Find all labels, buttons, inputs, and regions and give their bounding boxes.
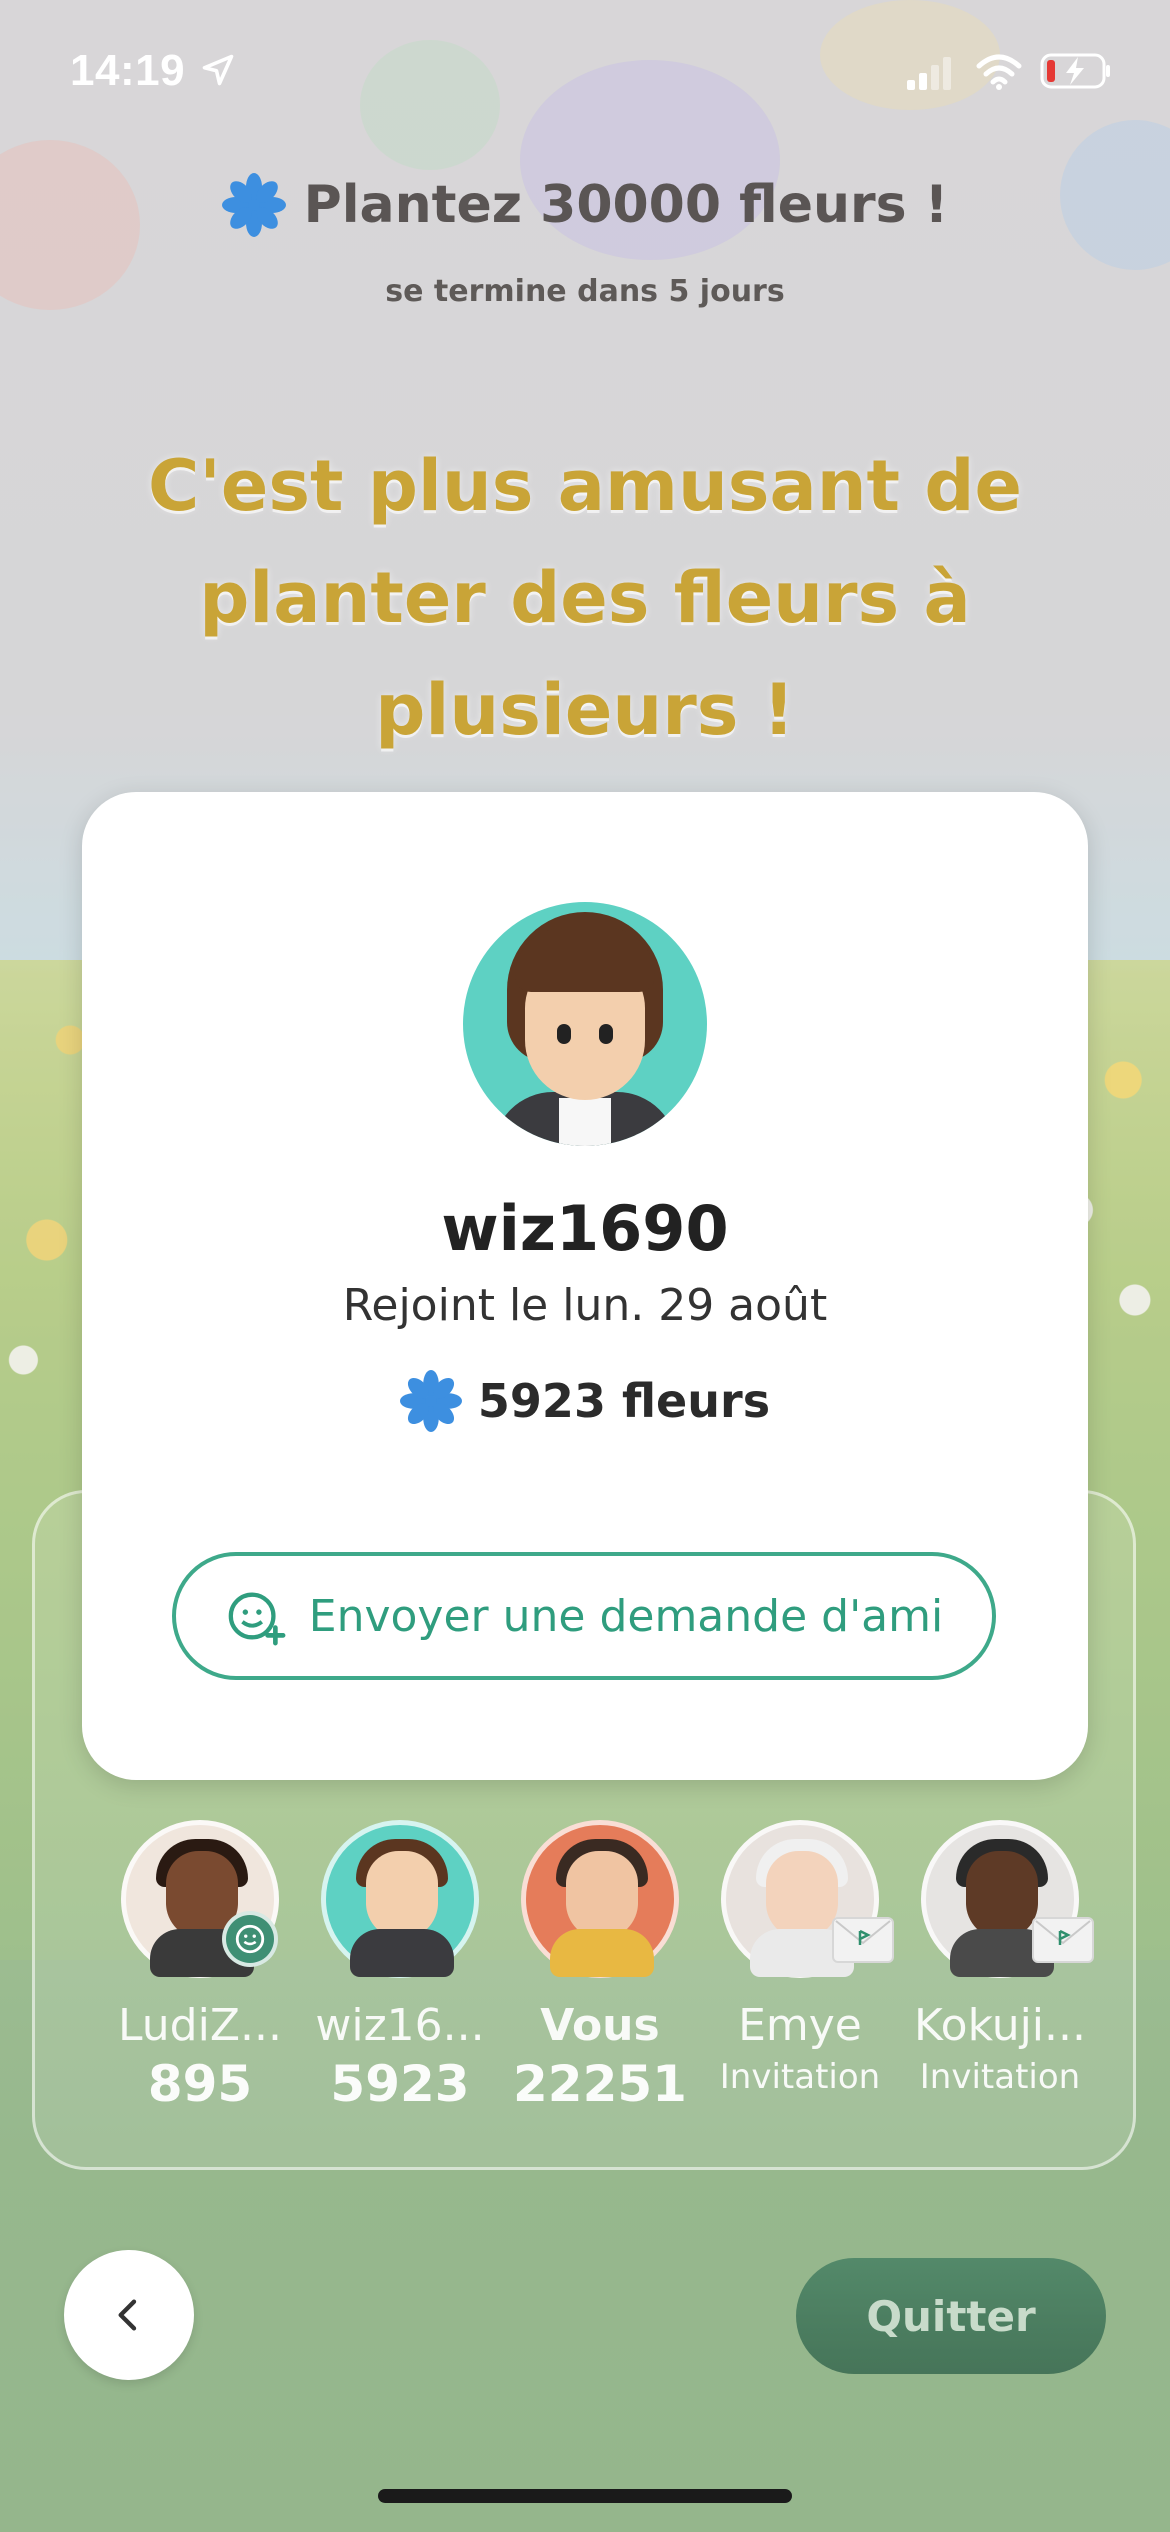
home-indicator <box>378 2489 792 2503</box>
friend-item[interactable]: Vous 22251 <box>500 1820 700 2113</box>
profile-username: wiz1690 <box>441 1192 729 1265</box>
friend-score: 895 <box>147 2055 253 2113</box>
profile-flower-count: 5923 fleurs <box>477 1374 771 1428</box>
avatar <box>921 1820 1094 1978</box>
friend-name: LudiZ... <box>118 2000 282 2051</box>
friend-score: 5923 <box>330 2055 470 2113</box>
event-title: Plantez 30000 fleurs ! <box>303 175 949 235</box>
friend-invite-status: Invitation <box>719 2057 881 2097</box>
event-countdown: se termine dans 5 jours <box>385 274 785 309</box>
friend-invite-status: Invitation <box>919 2057 1081 2097</box>
friend-name: Vous <box>540 2000 660 2051</box>
friend-score: 22251 <box>513 2055 687 2113</box>
status-time: 14:19 <box>70 46 186 95</box>
avatar <box>321 1820 479 1978</box>
friends-row: LudiZ... 895 wiz16... 5923 Vous 22251 Em… <box>100 1820 1100 2113</box>
mail-icon <box>832 1917 894 1963</box>
mail-icon <box>1032 1917 1094 1963</box>
friend-item[interactable]: Emye Invitation <box>700 1820 900 2113</box>
profile-modal: wiz1690 Rejoint le lun. 29 août 5923 fle… <box>82 792 1088 1780</box>
profile-flowers: 5923 fleurs <box>82 1370 1088 1432</box>
blue-flower-icon <box>399 1370 462 1432</box>
battery-charging-icon <box>1040 53 1110 89</box>
signal-icon <box>907 57 951 90</box>
profile-joined-date: Rejoint le lun. 29 août <box>342 1280 828 1331</box>
avatar <box>463 902 707 1146</box>
friend-name: Emye <box>738 2000 862 2051</box>
friend-name: Kokuji... <box>913 2000 1086 2051</box>
friend-item[interactable]: wiz16... 5923 <box>300 1820 500 2113</box>
avatar <box>121 1820 279 1978</box>
avatar <box>721 1820 894 1978</box>
friend-badge-icon <box>222 1911 278 1967</box>
location-arrow-icon <box>202 54 234 86</box>
quit-button[interactable]: Quitter <box>796 2258 1106 2374</box>
event-tagline: C'est plus amusant de planter des fleurs… <box>148 445 1022 751</box>
avatar <box>521 1820 679 1978</box>
chevron-left-icon <box>118 2299 137 2331</box>
back-button[interactable] <box>64 2250 194 2380</box>
friend-name: wiz16... <box>315 2000 485 2051</box>
wifi-icon <box>976 54 1022 90</box>
add-friend-icon <box>228 1592 286 1646</box>
send-friend-request-button[interactable]: Envoyer une demande d'ami <box>172 1552 996 1680</box>
friend-item[interactable]: Kokuji... Invitation <box>900 1820 1100 2113</box>
blue-flower-icon <box>221 173 286 237</box>
event-title-row: Plantez 30000 fleurs ! <box>0 170 1170 240</box>
status-bar: 14:19 <box>0 0 1170 150</box>
friend-item[interactable]: LudiZ... 895 <box>100 1820 300 2113</box>
send-friend-request-label: Envoyer une demande d'ami <box>308 1590 944 1642</box>
